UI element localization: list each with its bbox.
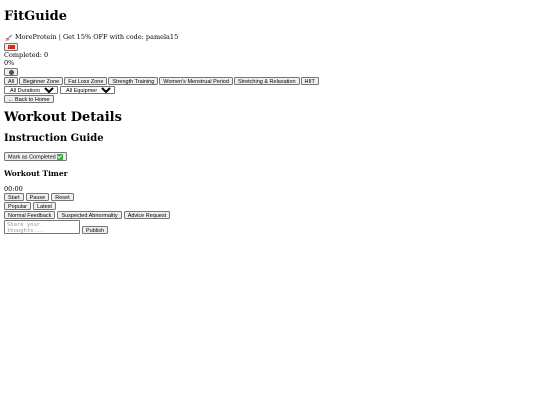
comment-input[interactable] <box>4 220 80 235</box>
duration-select[interactable]: All Durations <box>4 86 58 94</box>
category-hiit-button[interactable]: HIIT <box>300 77 319 85</box>
completed-count: Completed: 0 <box>4 51 49 59</box>
category-filters: All Beginner Zone Fat Loss Zone Strength… <box>4 77 534 85</box>
select-filters: All Durations All Equipment <box>4 86 534 94</box>
equipment-select[interactable]: All Equipment <box>60 86 115 94</box>
app-title: FitGuide <box>4 9 68 24</box>
category-menstrual-button[interactable]: Women's Menstrual Period <box>159 77 234 85</box>
timer-controls: Start Pause Reset <box>4 193 534 202</box>
category-fat-loss-button[interactable]: Fat Loss Zone <box>64 77 108 85</box>
sort-latest-button[interactable]: Latest <box>32 202 56 211</box>
comment-sort: Popular Latest <box>4 202 534 211</box>
mark-completed-button[interactable]: Mark as Completed <box>4 152 67 162</box>
timer-pause-button[interactable]: Pause <box>25 193 50 202</box>
category-all-button[interactable]: All <box>4 77 19 85</box>
tag-normal-feedback-button[interactable]: Normal Feedback <box>4 211 56 220</box>
moon-icon <box>8 69 14 75</box>
timer-display: 00:00 <box>4 185 23 194</box>
instruction-guide-title: Instruction Guide <box>4 133 104 144</box>
category-stretching-button[interactable]: Stretching & Relaxation <box>234 77 300 85</box>
check-mark-icon <box>56 153 63 160</box>
china-flag-icon <box>7 44 15 50</box>
tag-suspected-abnormality-button[interactable]: Suspected Abnormality <box>57 211 122 220</box>
feedback-tags: Normal Feedback Suspected Abnormality Ad… <box>4 211 534 220</box>
rocket-icon <box>4 34 13 42</box>
back-to-home-button[interactable]: ← Back to Home <box>4 95 54 103</box>
mark-completed-label: Mark as Completed <box>8 154 56 160</box>
sort-popular-button[interactable]: Popular <box>4 202 31 211</box>
comment-composer: Publish <box>4 220 534 235</box>
publish-button[interactable]: Publish <box>82 226 109 235</box>
theme-toggle-button[interactable] <box>4 68 18 76</box>
progress-percent: 0% <box>4 59 15 67</box>
tag-advice-request-button[interactable]: Advice Request <box>123 211 171 220</box>
promo-banner: MoreProtein | Get 15% OFF with code: pam… <box>4 33 534 42</box>
page: FitGuide MoreProtein | Get 15% OFF with … <box>4 0 534 235</box>
language-button[interactable] <box>4 43 18 51</box>
workout-details-title: Workout Details <box>4 110 122 125</box>
timer-reset-button[interactable]: Reset <box>51 193 74 202</box>
timer-start-button[interactable]: Start <box>4 193 24 202</box>
category-strength-button[interactable]: Strength Training <box>108 77 159 85</box>
workout-timer-title: Workout Timer <box>4 169 68 179</box>
category-beginner-button[interactable]: Beginner Zone <box>19 77 64 85</box>
promo-text: MoreProtein | Get 15% OFF with code: pam… <box>15 33 179 41</box>
